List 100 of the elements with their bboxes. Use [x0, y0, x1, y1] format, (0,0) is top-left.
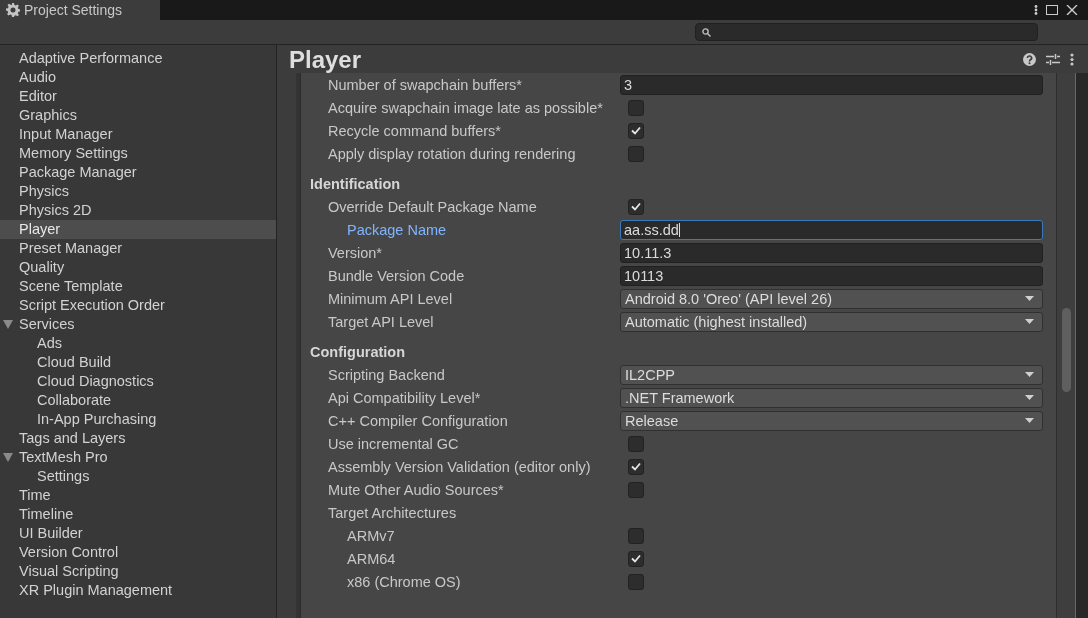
inspector-title: Player [289, 46, 363, 74]
sidebar-item-label: Time [18, 486, 52, 505]
sidebar-item-label: Services [18, 315, 76, 334]
window-title: Project Settings [24, 2, 123, 18]
setting-label: Version* [327, 244, 383, 261]
sidebar-item-label: Editor [18, 87, 58, 106]
sidebar-row[interactable]: Collaborate [0, 391, 276, 410]
sidebar-row[interactable]: Time [0, 486, 276, 505]
expand-arrow-icon[interactable] [3, 453, 13, 462]
maximize-icon[interactable] [1046, 5, 1058, 15]
sidebar-row[interactable]: Memory Settings [0, 144, 276, 163]
setting-label: Api Compatibility Level* [327, 389, 482, 406]
setting-label: Target API Level [327, 313, 435, 330]
sidebar-row[interactable]: In-App Purchasing [0, 410, 276, 429]
sidebar-row[interactable]: Graphics [0, 106, 276, 125]
search-field[interactable] [695, 23, 1038, 41]
sidebar-row[interactable]: TextMesh Pro [0, 448, 276, 467]
sidebar-item-label: Input Manager [18, 125, 114, 144]
more-icon[interactable] [1034, 5, 1038, 15]
checkbox[interactable] [628, 99, 644, 116]
setting-label: Mute Other Audio Sources* [327, 481, 505, 498]
sidebar-item-label: Preset Manager [18, 239, 124, 258]
sidebar-row[interactable]: Version Control [0, 543, 276, 562]
check-icon [631, 202, 641, 211]
sidebar-row[interactable]: Settings [0, 467, 276, 486]
sidebar-item-label: TextMesh Pro [18, 448, 109, 467]
sidebar-row[interactable]: Services [0, 315, 276, 334]
sidebar-row[interactable]: Scene Template [0, 277, 276, 296]
sidebar-row[interactable]: Physics 2D [0, 201, 276, 220]
input-field[interactable]: 10.11.3 [620, 242, 1043, 263]
check-icon [631, 554, 641, 563]
dropdown[interactable]: IL2CPP [620, 364, 1043, 385]
sidebar-item-label: XR Plugin Management [18, 581, 174, 600]
caret-icon [1025, 418, 1034, 423]
sidebar-item-label: Timeline [18, 505, 75, 524]
close-icon[interactable] [1066, 5, 1078, 15]
input-field[interactable]: aa.ss.dd [620, 219, 1043, 240]
sidebar-item-label: Memory Settings [18, 144, 129, 163]
checkbox[interactable] [628, 481, 644, 498]
help-icon[interactable] [1023, 52, 1036, 66]
dropdown[interactable]: Android 8.0 'Oreo' (API level 26) [620, 288, 1043, 309]
gear-icon [6, 3, 20, 17]
sidebar-item-label: Collaborate [36, 391, 113, 410]
sidebar-item-label: Physics [18, 182, 70, 201]
sidebar-row[interactable]: Adaptive Performance [0, 49, 276, 68]
checkbox[interactable] [628, 527, 644, 544]
sidebar-item-label: Adaptive Performance [18, 49, 164, 68]
sidebar-row[interactable]: Physics [0, 182, 276, 201]
sidebar-row[interactable]: Tags and Layers [0, 429, 276, 448]
sidebar-row[interactable]: Ads [0, 334, 276, 353]
sidebar-item-label: Ads [36, 334, 63, 353]
sidebar-row[interactable]: Audio [0, 68, 276, 87]
checkbox[interactable] [628, 198, 644, 215]
checkbox[interactable] [628, 550, 644, 567]
sidebar-row[interactable]: Cloud Diagnostics [0, 372, 276, 391]
sidebar-row[interactable]: Cloud Build [0, 353, 276, 372]
sidebar-row[interactable]: XR Plugin Management [0, 581, 276, 600]
sidebar-row[interactable]: Package Manager [0, 163, 276, 182]
checkbox[interactable] [628, 122, 644, 139]
sidebar-row[interactable]: Quality [0, 258, 276, 277]
setting-label: Use incremental GC [327, 435, 460, 452]
setting-label: C++ Compiler Configuration [327, 412, 509, 429]
caret-icon [1025, 296, 1034, 301]
sidebar-row[interactable]: Editor [0, 87, 276, 106]
sidebar-row[interactable]: Script Execution Order [0, 296, 276, 315]
sidebar-item-label: UI Builder [18, 524, 84, 543]
dropdown[interactable]: .NET Framework [620, 387, 1043, 408]
sidebar-item-label: Player [18, 220, 62, 239]
sidebar-row[interactable]: UI Builder [0, 524, 276, 543]
sidebar-row[interactable]: Input Manager [0, 125, 276, 144]
input-field[interactable]: 3 [620, 74, 1043, 95]
search-icon [702, 27, 711, 37]
check-icon [631, 462, 641, 471]
setting-label: Assembly Version Validation (editor only) [327, 458, 592, 475]
more-icon[interactable] [1070, 52, 1074, 66]
input-field[interactable]: 10113 [620, 265, 1043, 286]
setting-label: Override Default Package Name [327, 198, 538, 215]
sidebar-item-label: Scene Template [18, 277, 124, 296]
sliders-icon[interactable] [1046, 52, 1060, 66]
sidebar-row[interactable]: Player [0, 220, 276, 239]
checkbox[interactable] [628, 435, 644, 452]
scrollbar[interactable] [1056, 73, 1076, 618]
setting-label: Package Name [346, 221, 448, 238]
sidebar-item-label: Audio [18, 68, 58, 87]
sidebar-item-label: Cloud Build [36, 353, 113, 372]
sidebar-row[interactable]: Visual Scripting [0, 562, 276, 581]
setting-label: x86 (Chrome OS) [346, 573, 462, 590]
sidebar-row[interactable]: Timeline [0, 505, 276, 524]
checkbox[interactable] [628, 458, 644, 475]
window-tab[interactable]: Project Settings [0, 0, 160, 20]
sidebar-item-label: Script Execution Order [18, 296, 166, 315]
setting-label: ARMv7 [346, 527, 396, 544]
checkbox[interactable] [628, 573, 644, 590]
checkbox[interactable] [628, 145, 644, 162]
setting-label: Number of swapchain buffers* [327, 76, 523, 93]
dropdown[interactable]: Automatic (highest installed) [620, 311, 1043, 332]
sidebar-row[interactable]: Preset Manager [0, 239, 276, 258]
expand-arrow-icon[interactable] [3, 320, 13, 329]
dropdown[interactable]: Release [620, 410, 1043, 431]
setting-label: Scripting Backend [327, 366, 446, 383]
